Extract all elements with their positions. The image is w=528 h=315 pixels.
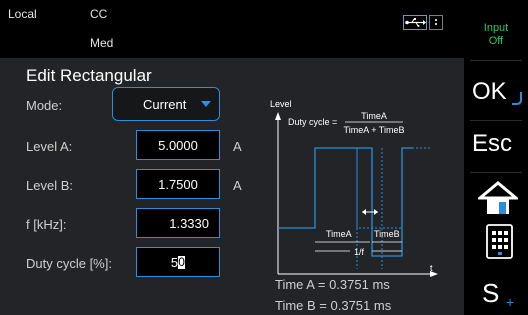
page-title: Edit Rectangular [26, 66, 152, 85]
duty-cycle-diagram: Level t Duty cycle = TimeA TimeA + TimeB… [270, 99, 438, 277]
duty-formula-prefix: Duty cycle = [288, 117, 337, 127]
duty-cycle-field[interactable]: 50 [136, 247, 220, 277]
esc-label: Esc [472, 130, 513, 157]
frequency-value: 1.3330 [169, 215, 209, 231]
check-icon [512, 92, 522, 105]
level-b-unit: A [233, 178, 242, 193]
duty-formula-numerator: TimeA [361, 111, 387, 121]
duty-cycle-value: 5 [170, 254, 179, 270]
mode-value: Current [143, 97, 187, 112]
frequency-label: f [kHz]: [26, 217, 67, 232]
waveform [278, 147, 412, 257]
ok-button[interactable]: OK [470, 72, 526, 118]
mode-label: Mode: [26, 98, 63, 113]
waveform-alt [314, 147, 402, 229]
frequency-field[interactable]: 1.3330 [136, 208, 220, 238]
home-icon [475, 181, 521, 214]
function-status: CC [90, 7, 108, 21]
edit-cursor: 0 [178, 254, 186, 269]
ok-label: OK [472, 78, 507, 105]
s-label: S [482, 278, 500, 308]
plus-icon: + [506, 294, 515, 310]
cursor-char: 0 [178, 254, 185, 269]
range-status: Med [90, 36, 114, 50]
softkey-divider [470, 60, 522, 61]
time-b-readout: Time B = 0.3751 ms [275, 298, 392, 313]
keypad-icon [486, 224, 513, 259]
mode-dropdown[interactable]: Current [112, 87, 220, 121]
level-a-unit: A [233, 139, 242, 154]
time-a-marker: TimeA [326, 229, 352, 239]
remote-mode-status: Local [8, 7, 37, 21]
level-axis-title: Level [270, 99, 292, 109]
home-button[interactable] [475, 180, 522, 220]
keypad-button[interactable] [485, 224, 515, 260]
period-label: 1/f [354, 247, 365, 257]
input-state-line1: Input [483, 22, 509, 34]
t-axis-label: t [430, 263, 433, 273]
time-b-marker: TimeB [374, 229, 400, 239]
softkey-divider [470, 172, 522, 173]
level-axis-arrow [275, 112, 281, 120]
chevron-down-icon [201, 101, 211, 107]
duty-formula-denominator: TimeA + TimeB [344, 125, 405, 135]
level-b-value: 1.7500 [158, 176, 198, 192]
memory-icon [429, 15, 443, 30]
esc-button[interactable]: Esc [470, 124, 526, 170]
input-state-line2: Off [488, 35, 504, 47]
softkey-divider [470, 120, 522, 121]
adjust-arrow-right [374, 209, 378, 215]
level-b-label: Level B: [26, 178, 73, 193]
time-a-readout: Time A = 0.3751 ms [275, 277, 390, 292]
duty-cycle-label: Duty cycle [%]: [26, 256, 112, 271]
usb-icon [403, 15, 427, 30]
level-b-field[interactable]: 1.7500 [136, 169, 220, 199]
adjust-arrow-left [362, 209, 366, 215]
level-a-field[interactable]: 5.0000 [136, 130, 220, 160]
s-button[interactable]: S + [478, 266, 526, 312]
level-a-value: 5.0000 [158, 137, 198, 153]
level-a-label: Level A: [26, 139, 73, 154]
status-bar: Local CC Med [0, 0, 464, 58]
